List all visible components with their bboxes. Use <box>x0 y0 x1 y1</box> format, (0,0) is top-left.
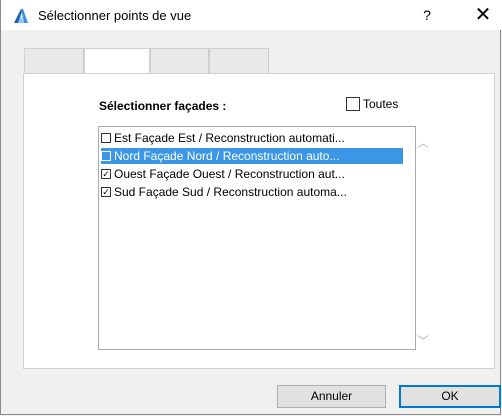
facades-listbox[interactable]: Est Façade Est / Reconstruction automati… <box>98 126 416 350</box>
help-button[interactable]: ? <box>417 7 437 23</box>
list-item-checkbox[interactable] <box>101 133 111 143</box>
list-item[interactable]: Est Façade Est / Reconstruction automati… <box>101 130 403 146</box>
list-item[interactable]: ✓ Ouest Façade Ouest / Reconstruction au… <box>101 166 403 182</box>
title-bar[interactable]: Sélectionner points de vue ? ✕ <box>1 0 502 30</box>
all-checkbox-box[interactable] <box>346 97 360 111</box>
list-item[interactable]: Nord Façade Nord / Reconstruction auto..… <box>101 148 403 164</box>
dialog-window: Sélectionner points de vue ? ✕ Sélection… <box>0 0 502 415</box>
list-item-checkbox[interactable]: ✓ <box>101 187 111 197</box>
list-item-label: Est Façade Est / Reconstruction automati… <box>114 131 345 145</box>
list-item-checkbox[interactable]: ✓ <box>101 169 111 179</box>
tab-1[interactable] <box>24 48 84 73</box>
list-item-label: Ouest Façade Ouest / Reconstruction aut.… <box>114 167 345 181</box>
app-icon <box>14 9 28 23</box>
cancel-button[interactable]: Annuler <box>277 385 386 408</box>
tab-3[interactable] <box>150 48 209 73</box>
scroll-up-icon[interactable]: ︿ <box>417 134 429 151</box>
close-button[interactable]: ✕ <box>471 2 495 27</box>
list-item-label: Nord Façade Nord / Reconstruction auto..… <box>114 149 340 163</box>
ok-button[interactable]: OK <box>399 385 501 408</box>
scroll-down-icon[interactable]: ﹀ <box>417 332 429 349</box>
select-facades-label: Sélectionner façades : <box>99 99 227 113</box>
list-item[interactable]: ✓ Sud Façade Sud / Reconstruction automa… <box>101 184 403 200</box>
tab-4[interactable] <box>209 48 269 73</box>
all-checkbox-label: Toutes <box>363 97 399 111</box>
window-title: Sélectionner points de vue <box>38 8 192 23</box>
tab-2[interactable] <box>84 48 150 75</box>
list-item-checkbox[interactable] <box>101 151 111 161</box>
all-checkbox[interactable]: Toutes <box>346 97 398 111</box>
list-item-label: Sud Façade Sud / Reconstruction automa..… <box>114 185 347 199</box>
